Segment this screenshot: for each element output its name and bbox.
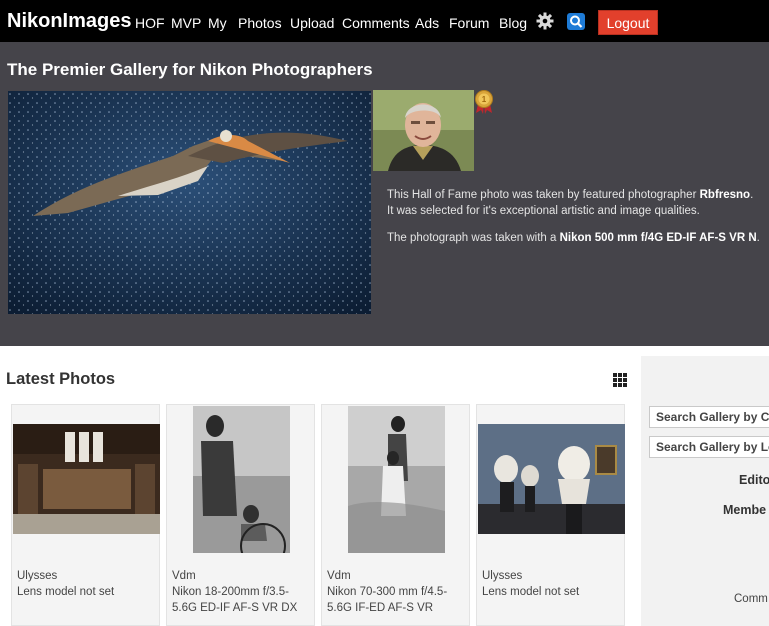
gear-icon[interactable] bbox=[536, 12, 554, 30]
search-icon[interactable] bbox=[567, 13, 585, 30]
hof-lens-prefix: The photograph was taken with a bbox=[387, 232, 560, 244]
photographer-avatar[interactable] bbox=[373, 90, 474, 171]
site-logo[interactable]: NikonImages bbox=[7, 10, 131, 33]
latest-photos-heading: Latest Photos bbox=[6, 370, 116, 388]
nav-my[interactable]: My bbox=[208, 15, 227, 31]
nav-mvp[interactable]: MVP bbox=[171, 15, 201, 31]
nav-forum[interactable]: Forum bbox=[449, 15, 489, 31]
top-nav: NikonImages HOF MVP My Photos Upload Com… bbox=[0, 0, 769, 42]
nav-upload[interactable]: Upload bbox=[290, 15, 334, 31]
nav-ads[interactable]: Ads bbox=[415, 15, 439, 31]
photo-lens[interactable]: Nikon 18-200mm f/3.5-5.6G ED-IF AF-S VR … bbox=[172, 584, 312, 616]
photo-thumbnail[interactable] bbox=[193, 406, 290, 553]
photo-lens[interactable]: Lens model not set bbox=[482, 584, 622, 600]
editors-heading: Edito bbox=[739, 473, 769, 487]
medal-icon: 1 bbox=[474, 90, 494, 114]
hall-of-fame-description: This Hall of Fame photo was taken by fea… bbox=[387, 187, 769, 257]
photo-lens[interactable]: Nikon 70-300 mm f/4.5-5.6G IF-ED AF-S VR bbox=[327, 584, 467, 616]
photographer-link[interactable]: Rbfresno bbox=[700, 189, 750, 201]
svg-text:1: 1 bbox=[482, 95, 487, 104]
photo-card[interactable]: Ulysses Lens model not set bbox=[476, 404, 625, 626]
lens-link[interactable]: Nikon 500 mm f/4G ED-IF AF-S VR N bbox=[560, 232, 757, 244]
photo-owner[interactable]: Ulysses bbox=[17, 568, 157, 584]
members-heading: Membe bbox=[723, 503, 767, 517]
photo-thumbnail[interactable] bbox=[13, 424, 160, 534]
photo-thumbnail[interactable] bbox=[478, 424, 625, 534]
photo-caption: Ulysses Lens model not set bbox=[482, 568, 622, 600]
photo-owner[interactable]: Vdm bbox=[172, 568, 312, 584]
photo-caption: Vdm Nikon 18-200mm f/3.5-5.6G ED-IF AF-S… bbox=[172, 568, 312, 616]
search-by-lens-button[interactable]: Search Gallery by Le bbox=[649, 436, 769, 458]
right-sidebar: Search Gallery by Ca Search Gallery by L… bbox=[641, 356, 769, 626]
hall-of-fame-section: The Premier Gallery for Nikon Photograph… bbox=[0, 42, 769, 346]
nav-comments[interactable]: Comments bbox=[342, 15, 410, 31]
hof-text-suffix: . bbox=[750, 189, 754, 201]
nav-blog[interactable]: Blog bbox=[499, 15, 527, 31]
hof-lens-suffix: . bbox=[756, 232, 760, 244]
hof-text-prefix: This Hall of Fame photo was taken by fea… bbox=[387, 189, 700, 201]
search-by-category-button[interactable]: Search Gallery by Ca bbox=[649, 406, 769, 428]
photo-owner[interactable]: Vdm bbox=[327, 568, 467, 584]
photo-thumbnail[interactable] bbox=[348, 406, 445, 553]
nav-hof[interactable]: HOF bbox=[135, 15, 165, 31]
hof-text-selected: It was selected for it's exceptional art… bbox=[387, 205, 700, 217]
logout-button[interactable]: Logout bbox=[598, 10, 658, 35]
photo-card[interactable]: Ulysses Lens model not set bbox=[11, 404, 160, 626]
photo-caption: Vdm Nikon 70-300 mm f/4.5-5.6G IF-ED AF-… bbox=[327, 568, 467, 616]
grid-view-icon[interactable] bbox=[613, 373, 627, 387]
nav-photos[interactable]: Photos bbox=[238, 15, 282, 31]
photo-card[interactable]: Vdm Nikon 70-300 mm f/4.5-5.6G IF-ED AF-… bbox=[321, 404, 470, 626]
page-title: The Premier Gallery for Nikon Photograph… bbox=[7, 60, 373, 79]
photo-owner[interactable]: Ulysses bbox=[482, 568, 622, 584]
photo-lens[interactable]: Lens model not set bbox=[17, 584, 157, 600]
photo-card[interactable]: Vdm Nikon 18-200mm f/3.5-5.6G ED-IF AF-S… bbox=[166, 404, 315, 626]
photo-caption: Ulysses Lens model not set bbox=[17, 568, 157, 600]
comments-heading: Comm bbox=[734, 593, 768, 605]
hall-of-fame-photo[interactable] bbox=[8, 91, 371, 314]
